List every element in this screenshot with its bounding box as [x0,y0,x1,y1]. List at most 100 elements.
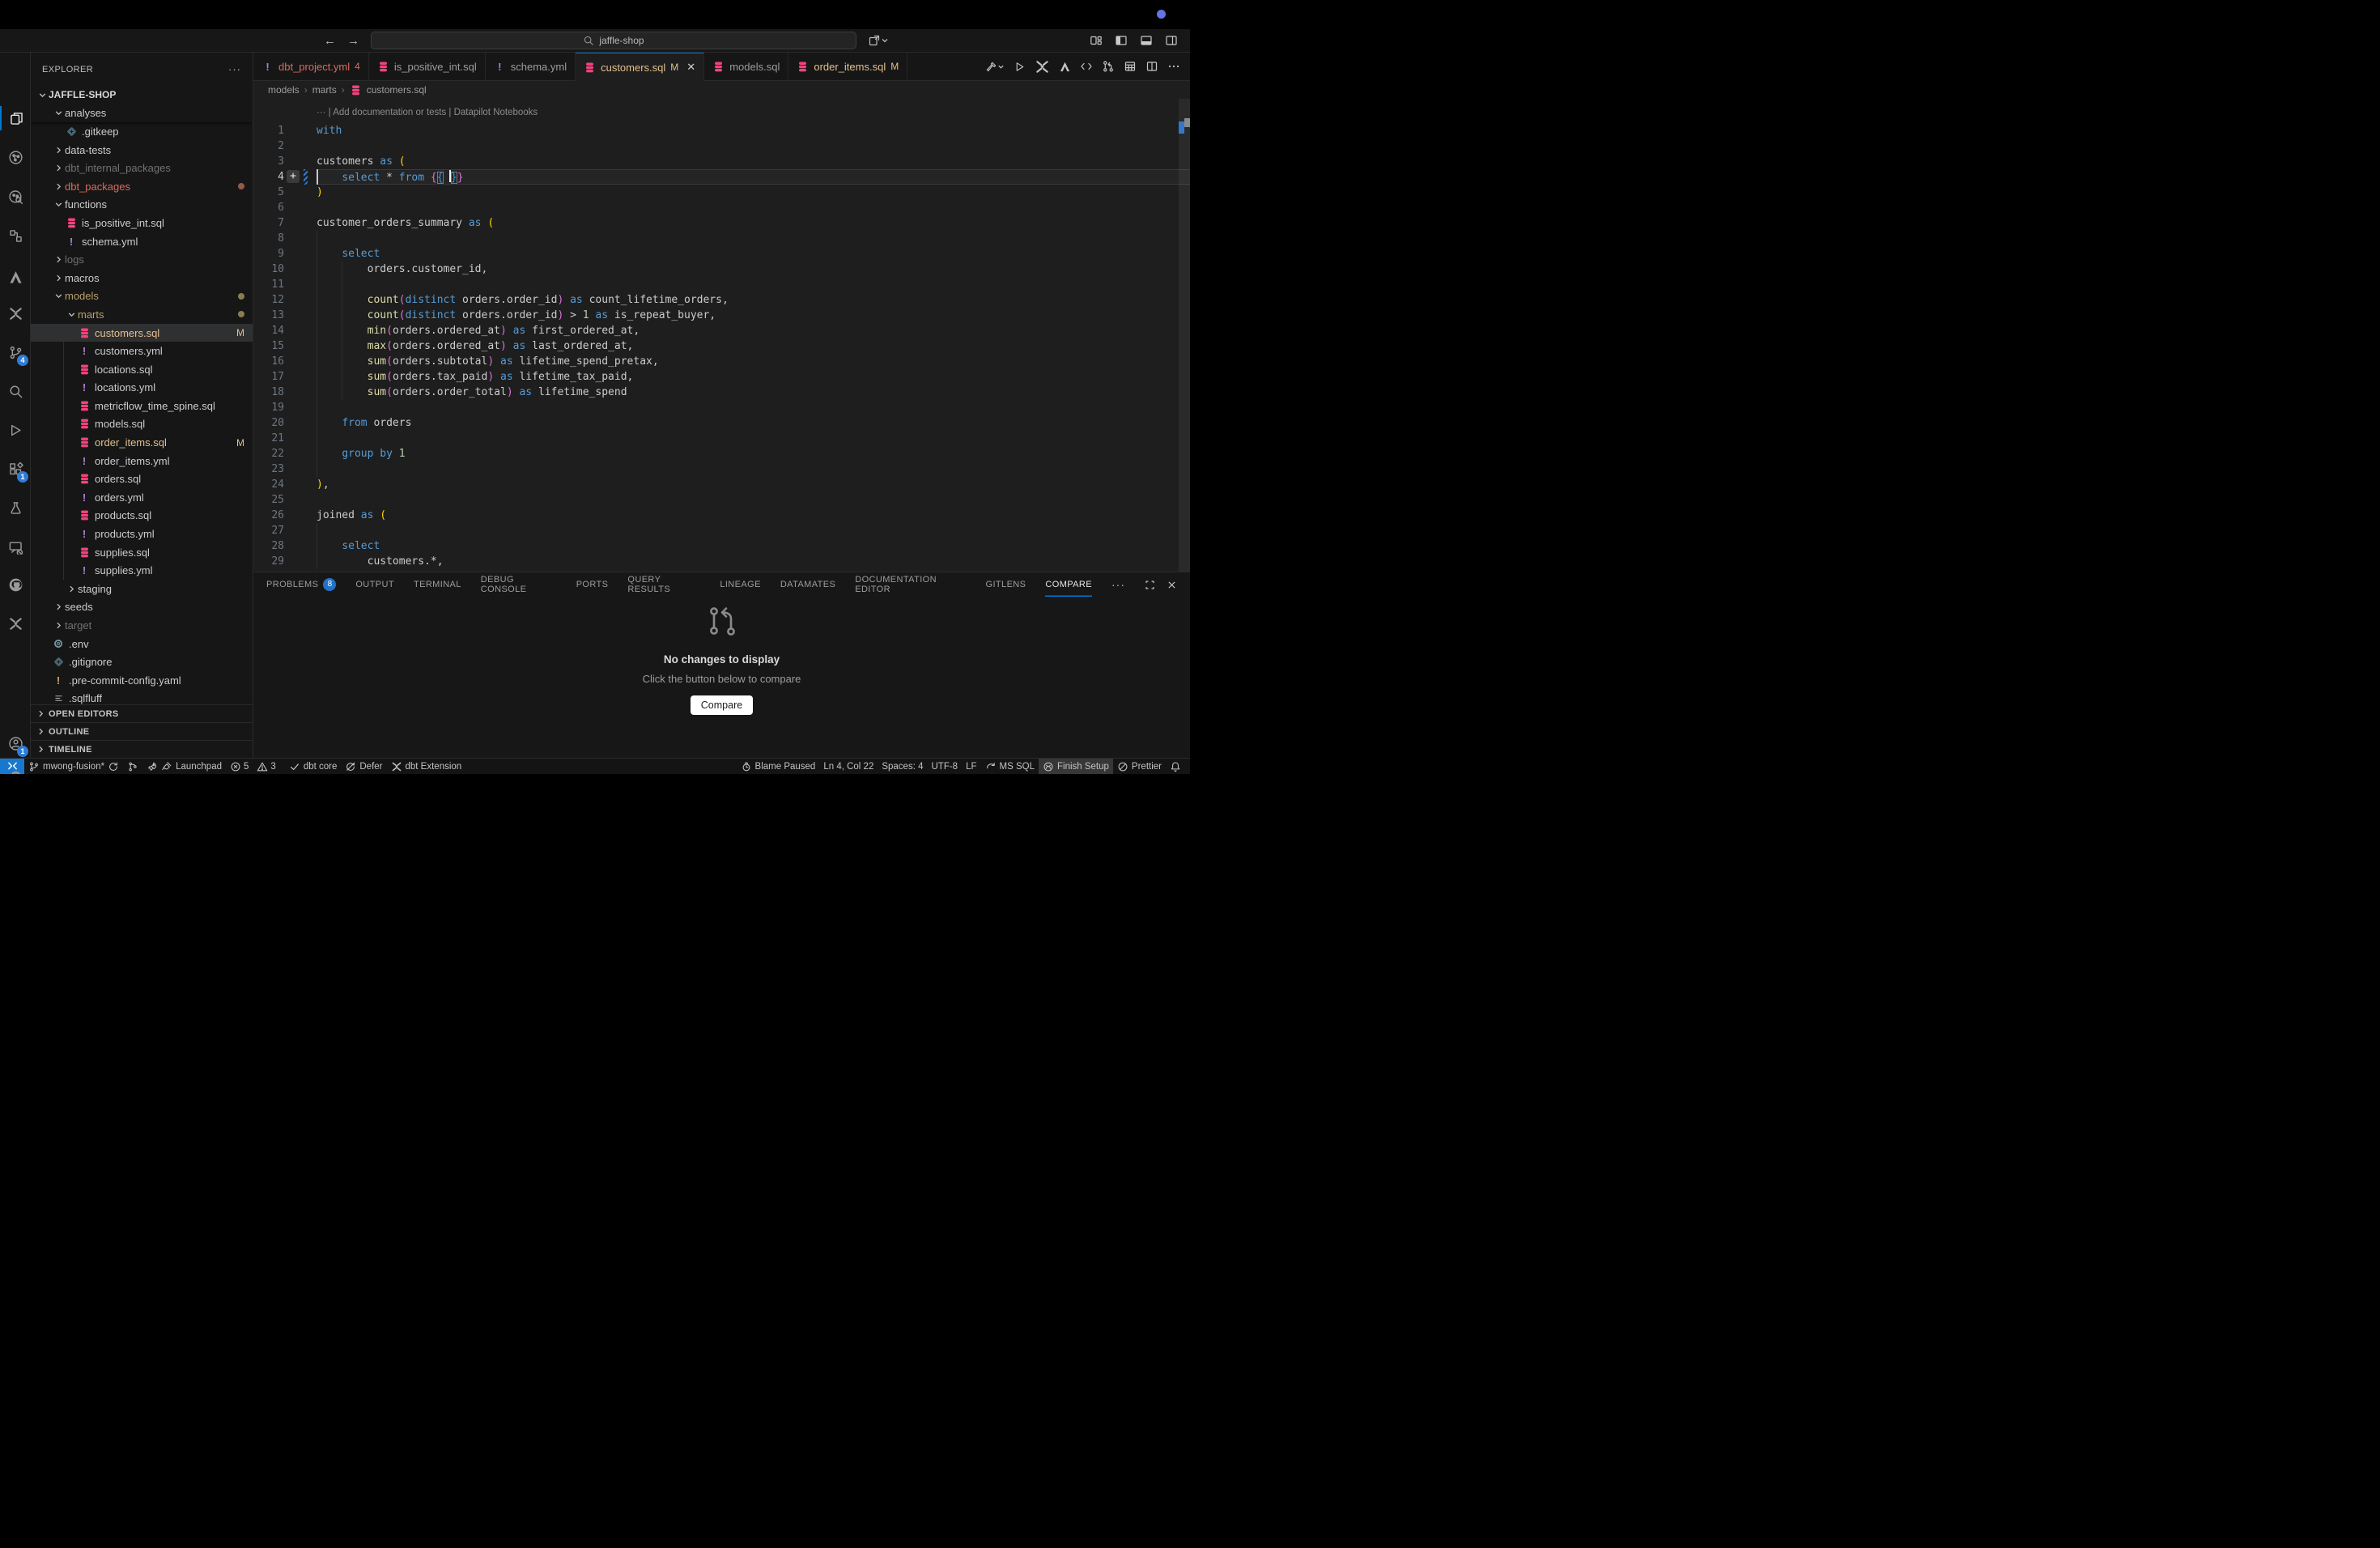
tree-item-functions[interactable]: functions [31,196,253,215]
tree-item-jaffle-shop[interactable]: JAFFLE-SHOP [31,86,253,104]
build-hammer-icon[interactable] [985,61,1005,73]
x-star-icon[interactable] [0,611,31,636]
tree-item-customers.sql[interactable]: customers.sqlM [31,324,253,342]
code-line[interactable]: 16 sum(orders.subtotal) as lifetime_spen… [253,354,1190,369]
blame-item[interactable]: Blame Paused [737,761,820,772]
tree-item-supplies.yml[interactable]: !supplies.yml [31,561,253,580]
run-debug-icon[interactable] [0,418,31,442]
dbt-core-item[interactable]: dbt core [285,761,342,772]
datafold-icon[interactable] [1059,61,1071,73]
source-control-icon[interactable]: 4 [0,340,31,364]
compare-button[interactable]: Compare [691,695,753,715]
code-line[interactable]: 27 [253,523,1190,538]
tree-item-target[interactable]: target [31,616,253,635]
code-line[interactable]: 9 select [253,246,1190,262]
eol-item[interactable]: LF [962,762,980,772]
session-share-icon[interactable] [868,34,889,47]
code-line[interactable]: 28 select [253,538,1190,554]
gutter[interactable]: 4+ [253,169,317,185]
tab-models.sql[interactable]: models.sql [704,53,788,80]
tree-item-.sqlfluff[interactable]: .sqlfluff [31,690,253,704]
tree-item-.gitignore[interactable]: .gitignore [31,653,253,671]
query-results-icon[interactable] [1124,60,1137,73]
tree-item-customers.yml[interactable]: !customers.yml [31,342,253,360]
panel-tab-compare[interactable]: COMPARE [1045,572,1092,597]
code-line[interactable]: 23 [253,461,1190,477]
code-line[interactable]: 29 customers.*, [253,554,1190,569]
code-line[interactable]: 2 [253,138,1190,154]
code-preview-icon[interactable] [1080,60,1093,73]
gutter[interactable]: 7 [253,215,317,231]
gutter[interactable]: 10 [253,262,317,277]
command-center-search[interactable]: jaffle-shop [371,32,856,49]
settings-gear-icon[interactable] [0,764,31,774]
gutter[interactable]: 12 [253,292,317,308]
gutter[interactable]: 28 [253,538,317,554]
gutter[interactable]: 21 [253,431,317,446]
tree-item-macros[interactable]: macros [31,269,253,287]
search-icon[interactable] [0,379,31,403]
tab-schema.yml[interactable]: !schema.yml [486,53,576,80]
panel-tab-gitlens[interactable]: GITLENS [986,572,1026,597]
dbt-power-user-icon[interactable] [1035,59,1050,74]
gutter[interactable]: 6 [253,200,317,215]
finish-setup-item[interactable]: Finish Setup [1039,759,1113,775]
panel-tab-output[interactable]: OUTPUT [355,572,394,597]
gutter[interactable]: 17 [253,369,317,385]
tree-item-orders.sql[interactable]: orders.sql [31,470,253,488]
gutter[interactable]: 1 [253,123,317,138]
indentation-item[interactable]: Spaces: 4 [878,762,927,772]
code-line[interactable]: 13 count(distinct orders.order_id) > 1 a… [253,308,1190,323]
gutter[interactable]: 11 [253,277,317,292]
gutter[interactable]: 8 [253,231,317,246]
launchpad-item[interactable]: Launchpad [142,761,226,772]
extensions-icon[interactable]: 1 [0,457,31,481]
gutter[interactable]: 22 [253,446,317,461]
tree-item-.pre-commit-config.yaml[interactable]: !.pre-commit-config.yaml [31,671,253,690]
gutter[interactable]: 2 [253,138,317,154]
gutter[interactable]: 20 [253,415,317,431]
section-timeline[interactable]: TIMELINE [31,740,253,758]
panel-tab-debug-console[interactable]: DEBUG CONSOLE [481,572,557,597]
split-editor-icon[interactable] [1145,60,1158,73]
section-open-editors[interactable]: OPEN EDITORS [31,704,253,722]
panel-tab-documentation-editor[interactable]: DOCUMENTATION EDITOR [855,572,966,597]
tree-item-products.yml[interactable]: !products.yml [31,525,253,543]
gutter[interactable]: 3 [253,154,317,169]
code-line[interactable]: 6 [253,200,1190,215]
git-pr-icon[interactable] [1102,60,1115,73]
tree-item-data-tests[interactable]: data-tests [31,141,253,159]
gutter[interactable]: 27 [253,523,317,538]
breadcrumb-item[interactable]: customers.sql [367,84,427,96]
code-line[interactable]: 20 from orders [253,415,1190,431]
tree-item-models.sql[interactable]: models.sql [31,415,253,434]
maximize-panel-icon[interactable] [1145,580,1155,590]
section-outline[interactable]: OUTLINE [31,722,253,740]
code-line[interactable]: 7customer_orders_summary as ( [253,215,1190,231]
language-mode-item[interactable]: MS SQL [981,761,1039,772]
panel-tab-ports[interactable]: PORTS [576,572,609,597]
encoding-item[interactable]: UTF-8 [928,762,963,772]
tree-item-orders.yml[interactable]: !orders.yml [31,488,253,507]
breadcrumb-item[interactable]: marts [312,84,337,96]
panel-tab-problems[interactable]: PROBLEMS8 [266,572,336,597]
tree-item-seeds[interactable]: seeds [31,598,253,617]
gutter-plus-button[interactable]: + [287,170,300,183]
tree-item-staging[interactable]: staging [31,580,253,598]
code-line[interactable]: 8 [253,231,1190,246]
toggle-primary-sidebar-icon[interactable] [1115,34,1128,47]
tree-item-analyses[interactable]: analyses [31,104,253,123]
dbt-extension-item[interactable]: dbt Extension [387,761,466,772]
lineage-search-icon[interactable] [0,185,31,209]
commit-graph-item[interactable] [123,761,142,772]
cursor-position-item[interactable]: Ln 4, Col 22 [819,762,878,772]
code-line[interactable]: 5) [253,185,1190,200]
tree-item-dbt_packages[interactable]: dbt_packages [31,177,253,196]
tree-item-locations.yml[interactable]: !locations.yml [31,379,253,398]
breadcrumb-item[interactable]: models [268,84,300,96]
customize-layout-icon[interactable] [1090,34,1103,47]
back-icon[interactable]: ← [324,34,336,48]
toggle-panel-icon[interactable] [1140,34,1153,47]
gutter[interactable]: 29 [253,554,317,569]
code-line[interactable]: 22 group by 1 [253,446,1190,461]
